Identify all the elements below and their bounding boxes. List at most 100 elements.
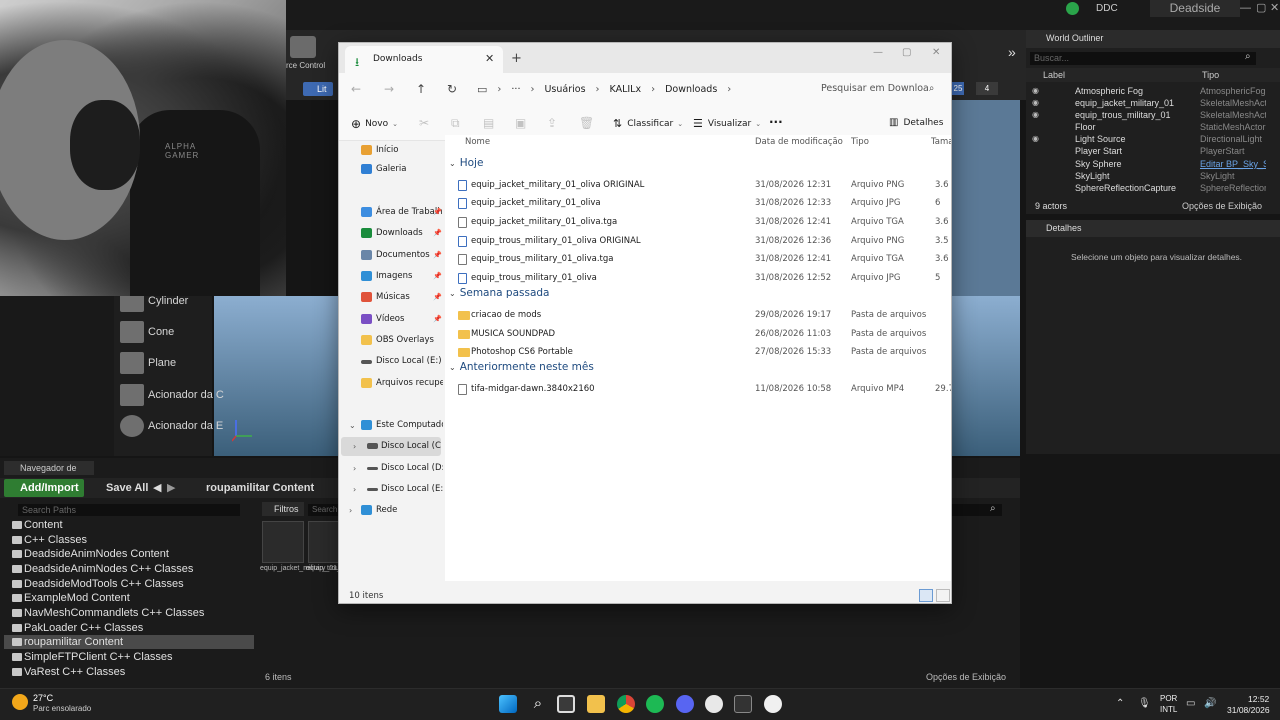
- rename-icon[interactable]: ▣: [515, 116, 526, 130]
- explorer-search-input[interactable]: Pesquisar em Downloa ⌕: [813, 77, 945, 101]
- content-path-breadcrumb[interactable]: roupamilitar Content: [190, 479, 350, 497]
- sort-button[interactable]: ⇅ Classificar ⌄: [613, 117, 683, 130]
- edit-blueprint-link[interactable]: Editar BP_Sky_S: [1200, 158, 1266, 170]
- nav-tree-network[interactable]: › Rede: [339, 501, 443, 520]
- outliner-search-input[interactable]: Buscar...: [1030, 52, 1256, 65]
- column-size[interactable]: Taman: [931, 137, 951, 147]
- content-browser-tab[interactable]: Navegador de Con: [4, 461, 94, 487]
- back-icon[interactable]: ←: [351, 82, 361, 96]
- nav-item-videos[interactable]: Vídeos 📌: [339, 310, 443, 329]
- file-row[interactable]: equip_jacket_military_01_oliva.tga 31/08/…: [445, 213, 951, 231]
- group-header-earlier-this-month[interactable]: ⌄ Anteriormente neste mês: [449, 361, 594, 373]
- pin-icon[interactable]: 📌: [433, 203, 442, 222]
- file-row[interactable]: equip_trous_military_01_oliva.tga 31/08/2…: [445, 250, 951, 268]
- tree-folder[interactable]: ExampleMod Content: [4, 591, 254, 605]
- more-options-button[interactable]: ...: [769, 112, 783, 126]
- outliner-row[interactable]: SphereReflectionCaptureSphereReflectionC: [1026, 182, 1280, 194]
- overflow-icon[interactable]: ···: [511, 84, 520, 95]
- column-name[interactable]: Nome: [465, 137, 490, 147]
- source-control-icon[interactable]: [290, 36, 316, 58]
- forward-icon[interactable]: ▶: [167, 481, 175, 494]
- weather-temperature[interactable]: 27°C: [33, 693, 53, 703]
- nav-item-documents[interactable]: Documentos 📌: [339, 246, 443, 265]
- column-label[interactable]: Label: [1043, 70, 1065, 80]
- eye-icon[interactable]: ◉: [1032, 85, 1039, 97]
- details-tab[interactable]: Detalhes: [1026, 220, 1280, 237]
- nav-item-drive-e[interactable]: Disco Local (E:): [339, 352, 443, 371]
- tiles-view-icon[interactable]: [936, 589, 950, 602]
- eye-icon[interactable]: ◉: [1032, 133, 1039, 145]
- folder-row[interactable]: criacao de mods 29/08/2026 19:17 Pasta de …: [445, 306, 951, 324]
- close-icon[interactable]: ✕: [1270, 0, 1280, 16]
- minimize-icon[interactable]: —: [873, 47, 883, 58]
- tree-folder[interactable]: Content: [4, 518, 254, 532]
- pin-icon[interactable]: 📌: [433, 288, 442, 307]
- breadcrumb-users[interactable]: Usuários: [544, 84, 585, 95]
- pin-icon[interactable]: 📌: [433, 246, 442, 265]
- tree-folder[interactable]: SimpleFTPClient C++ Classes: [4, 650, 254, 664]
- nav-item-downloads[interactable]: Downloads 📌: [339, 224, 443, 243]
- column-date[interactable]: Data de modificação: [755, 137, 843, 147]
- tree-folder[interactable]: VaRest C++ Classes: [4, 665, 254, 679]
- unreal-engine-icon[interactable]: [764, 695, 782, 713]
- close-tab-icon[interactable]: ✕: [485, 52, 494, 65]
- nav-item-obs-overlays[interactable]: OBS Overlays: [339, 331, 443, 350]
- add-import-button[interactable]: Add/Import: [4, 479, 84, 497]
- obs-icon[interactable]: [705, 695, 723, 713]
- chevron-right-icon[interactable]: ›: [349, 501, 352, 520]
- nav-item-recovered-files[interactable]: Arquivos recuperac: [339, 374, 443, 393]
- outliner-row[interactable]: SkyLight SkyLight: [1026, 170, 1280, 182]
- weather-description[interactable]: Parc ensolarado: [33, 704, 91, 713]
- nav-tree-drive-d[interactable]: › Disco Local (D:): [339, 459, 443, 478]
- chevron-down-icon[interactable]: ⌄: [349, 416, 356, 435]
- maximize-icon[interactable]: ▢: [1256, 0, 1268, 16]
- outliner-row[interactable]: Player Start PlayerStart: [1026, 145, 1280, 157]
- place-item-box-trigger[interactable]: Acionador da C: [120, 383, 224, 407]
- tree-folder[interactable]: NavMeshCommandlets C++ Classes: [4, 606, 254, 620]
- delete-icon[interactable]: 🗑: [579, 116, 594, 130]
- chevron-right-icon[interactable]: ›: [353, 437, 356, 456]
- input-layout[interactable]: INTL: [1160, 705, 1177, 714]
- view-button[interactable]: ☰ Visualizar ⌄: [693, 117, 761, 130]
- outliner-row[interactable]: ◉ Light Source DirectionalLight: [1026, 133, 1280, 145]
- clock-date[interactable]: 31/08/2026: [1227, 705, 1270, 715]
- breadcrumb-downloads[interactable]: Downloads: [665, 84, 717, 95]
- outliner-row[interactable]: ◉ equip_trous_military_01 SkeletalMeshActo: [1026, 109, 1280, 121]
- file-row[interactable]: equip_trous_military_01_oliva 31/08/2026 …: [445, 269, 951, 287]
- content-view-options[interactable]: Opções de Exibição: [926, 672, 1006, 682]
- world-outliner-tab[interactable]: World Outliner: [1026, 30, 1280, 48]
- place-item-plane[interactable]: Plane: [120, 351, 176, 375]
- address-bar[interactable]: ▭ › ··· › Usuários › KALILx › Downloads …: [477, 76, 807, 102]
- group-header-last-week[interactable]: ⌄ Semana passada: [449, 287, 550, 299]
- input-language[interactable]: POR: [1160, 694, 1177, 703]
- copy-icon[interactable]: ⧉: [451, 116, 460, 131]
- file-explorer-icon[interactable]: [587, 695, 605, 713]
- file-row[interactable]: tifa-midgar-dawn.3840x2160 11/08/2026 10:…: [445, 380, 951, 398]
- volume-icon[interactable]: 🔊: [1204, 698, 1216, 709]
- pin-icon[interactable]: 📌: [433, 267, 442, 286]
- tree-folder[interactable]: DeadsideAnimNodes Content: [4, 547, 254, 561]
- share-icon[interactable]: ⇪: [547, 116, 557, 130]
- clock-time[interactable]: 12:52: [1248, 694, 1269, 704]
- expand-toolbar-icon[interactable]: »: [1008, 44, 1016, 60]
- nav-item-pictures[interactable]: Imagens 📌: [339, 267, 443, 286]
- outliner-row[interactable]: ◉ equip_jacket_military_01 SkeletalMeshAct…: [1026, 97, 1280, 109]
- up-icon[interactable]: ↑: [416, 82, 426, 96]
- nav-item-home[interactable]: Início: [339, 141, 443, 160]
- tree-folder[interactable]: DeadsideAnimNodes C++ Classes: [4, 562, 254, 576]
- column-type[interactable]: Tipo: [851, 137, 869, 147]
- microphone-icon[interactable]: 🎙: [1138, 698, 1151, 709]
- tab-downloads[interactable]: ⭳ Downloads ✕: [345, 46, 503, 73]
- spotify-icon[interactable]: [646, 695, 664, 713]
- terminal-icon[interactable]: [734, 695, 752, 713]
- viewport-setting-4[interactable]: 4: [976, 82, 998, 95]
- paste-icon[interactable]: ▤: [483, 116, 494, 130]
- save-all-button[interactable]: Save All: [90, 479, 150, 497]
- maximize-icon[interactable]: ▢: [902, 47, 911, 58]
- pin-icon[interactable]: 📌: [433, 224, 442, 243]
- chrome-icon[interactable]: [617, 695, 635, 713]
- breadcrumb-user[interactable]: KALILx: [610, 84, 642, 95]
- minimize-icon[interactable]: —: [1240, 0, 1252, 16]
- ddc-indicator[interactable]: DDC: [1096, 1, 1144, 16]
- eye-icon[interactable]: ◉: [1032, 97, 1039, 109]
